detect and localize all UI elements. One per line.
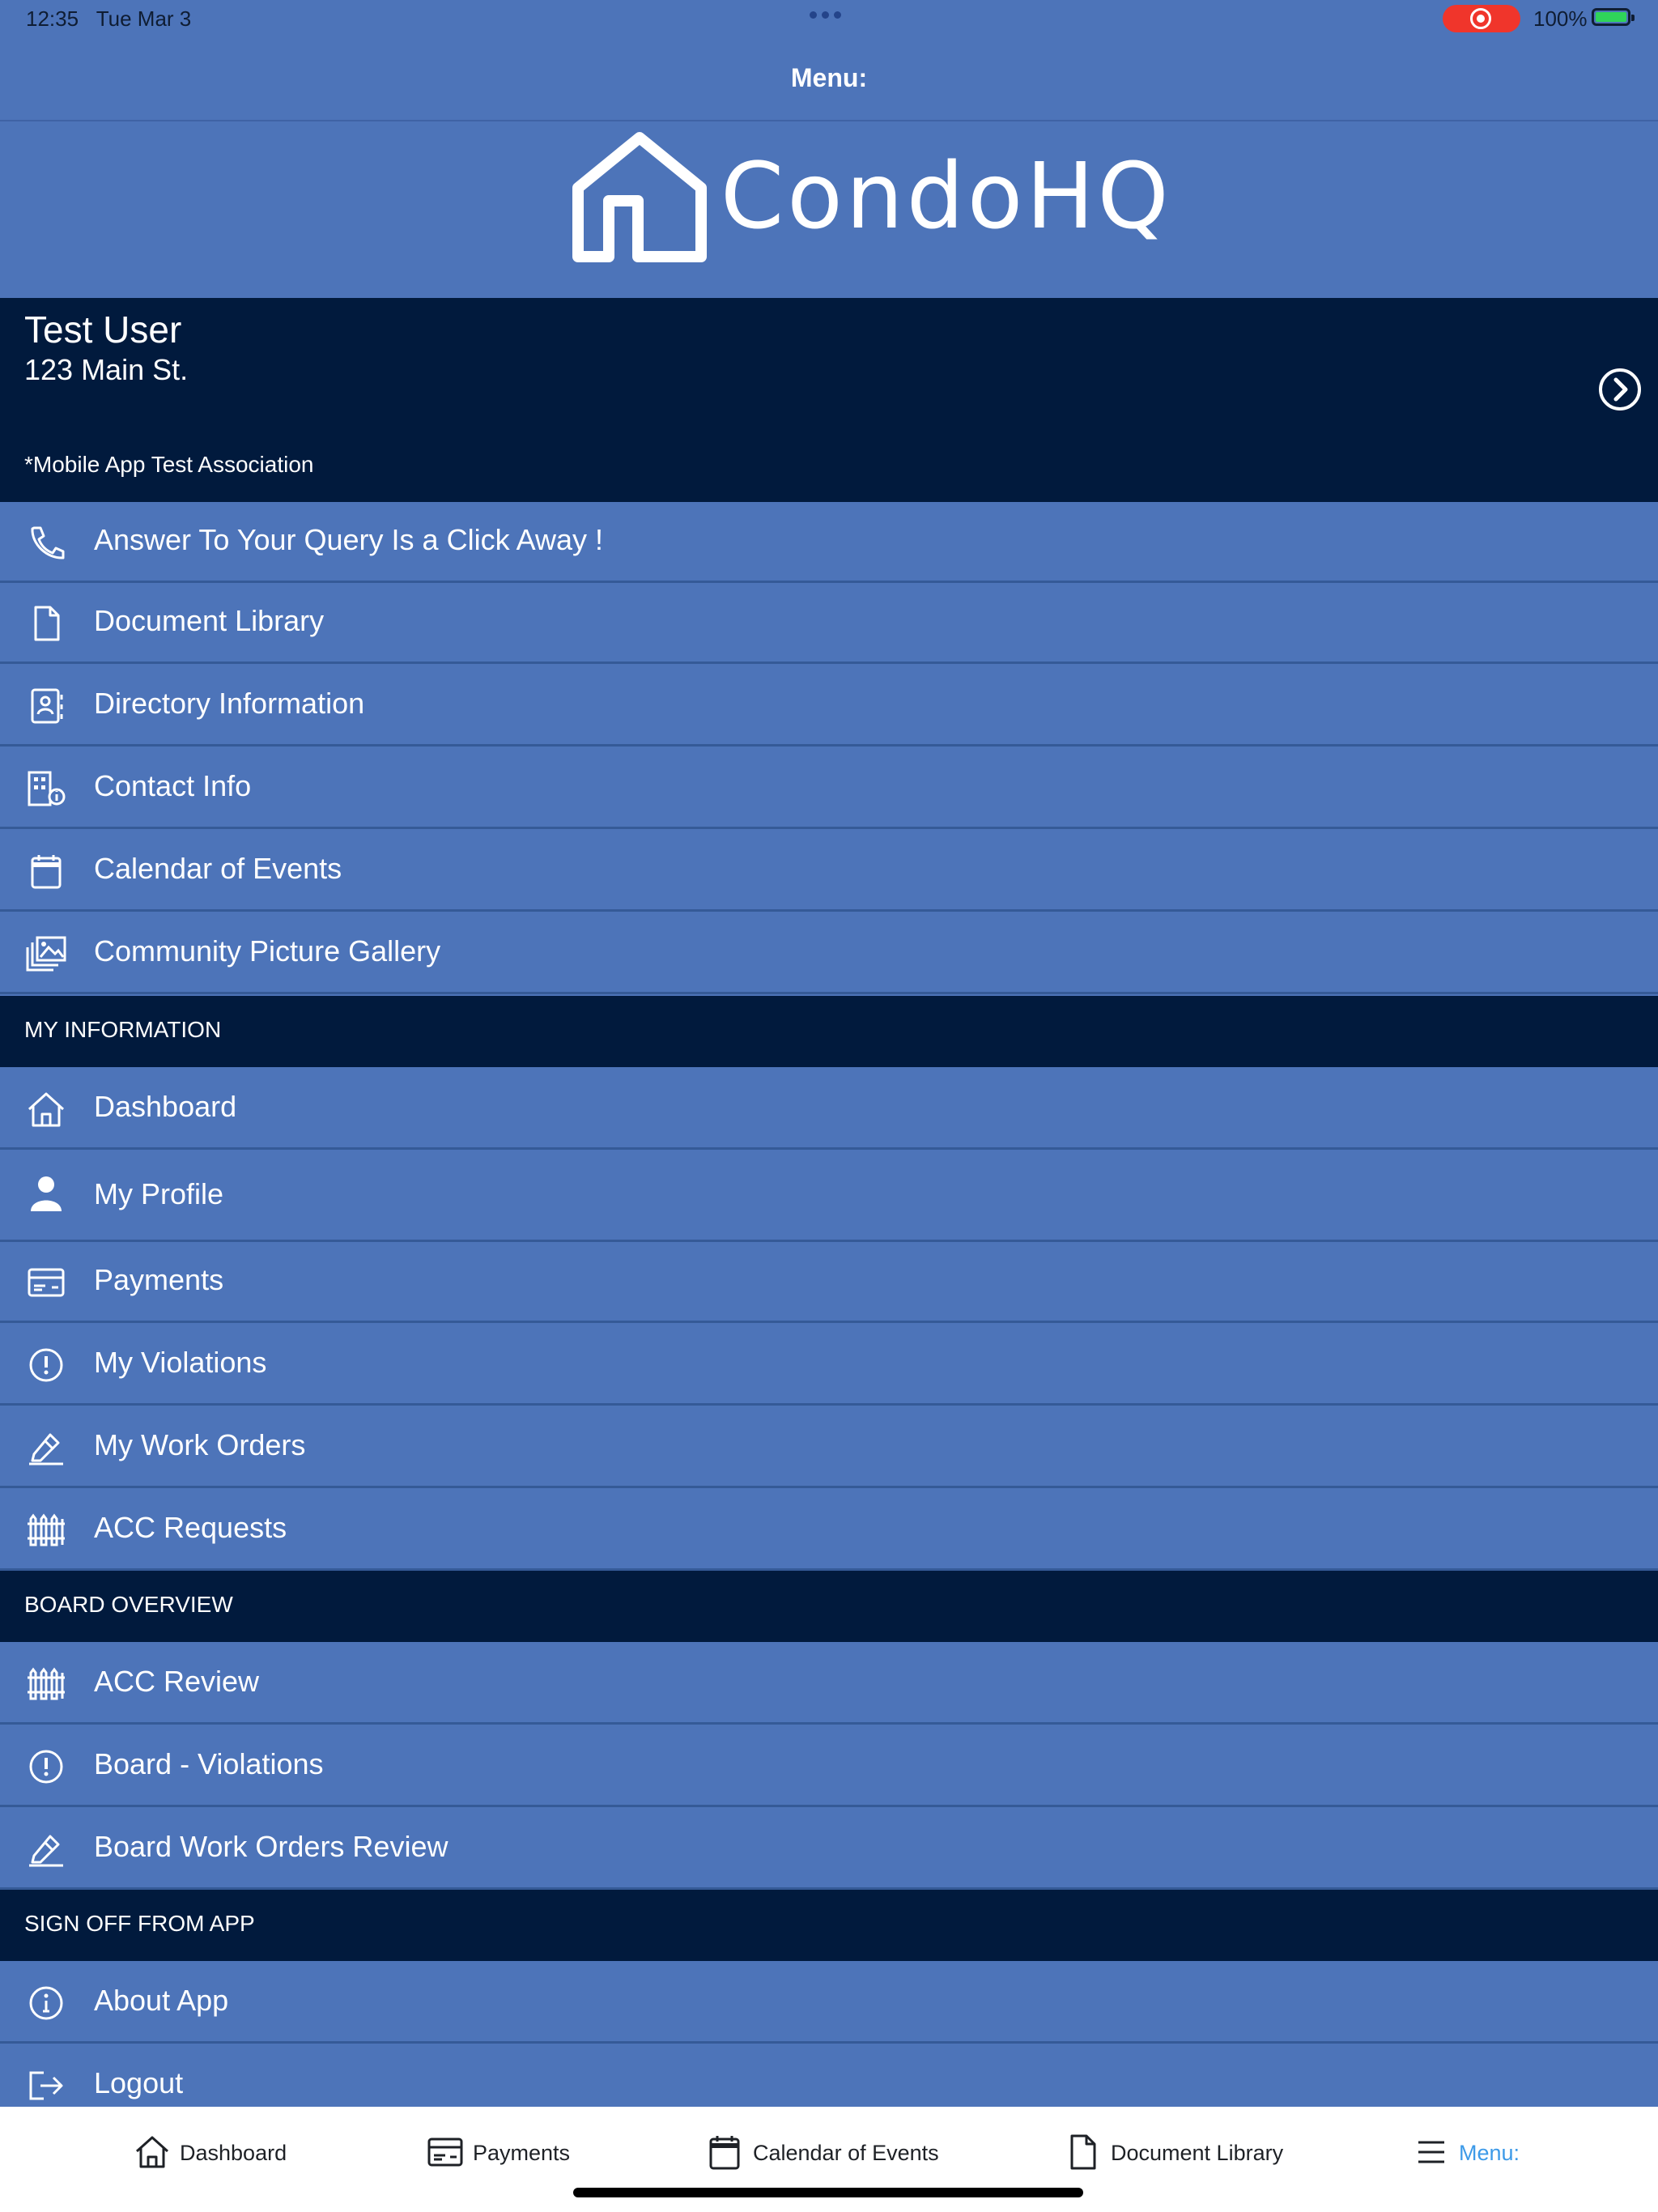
menu-item-label: Board Work Orders Review	[94, 1830, 449, 1863]
menu-item-contact-info[interactable]: Contact Info	[0, 748, 1658, 829]
menu-item-label: Answer To Your Query Is a Click Away !	[94, 523, 603, 556]
fence-icon	[28, 1667, 65, 1700]
menu-item-my-violations[interactable]: My Violations	[0, 1325, 1658, 1406]
status-time: 12:35 Tue Mar 3	[26, 6, 191, 32]
calendar-icon	[31, 855, 62, 889]
chevron-right-circle-icon[interactable]	[1598, 368, 1642, 411]
gallery-icon	[26, 936, 66, 972]
info-icon	[29, 1986, 63, 2020]
menu-item-acc-requests[interactable]: ACC Requests	[0, 1490, 1658, 1571]
person-icon	[31, 1176, 62, 1211]
page-title: Menu:	[790, 63, 868, 92]
tab-label: Calendar of Events	[753, 2141, 939, 2165]
board-overview-header: BOARD OVERVIEW	[0, 1571, 1658, 1642]
home-indicator[interactable]	[573, 2188, 1083, 2197]
brand-header: CondoHQ	[0, 121, 1658, 298]
tab-label: Menu:	[1459, 2141, 1520, 2165]
user-address: 123 Main St.	[24, 353, 189, 386]
menu-item-label: My Violations	[94, 1346, 267, 1379]
document-icon	[1070, 2134, 1096, 2170]
menu-item-label: My Work Orders	[94, 1428, 306, 1461]
payment-card-icon	[427, 2138, 463, 2167]
association-header: *Mobile App Test Association	[0, 431, 1658, 502]
section-title: BOARD OVERVIEW	[24, 1592, 233, 1617]
screen-recording-icon[interactable]	[1443, 5, 1520, 32]
building-info-icon	[28, 771, 66, 806]
association-name: *Mobile App Test Association	[24, 452, 314, 477]
menu-item-query[interactable]: Answer To Your Query Is a Click Away !	[0, 502, 1658, 583]
menu-item-directory[interactable]: Directory Information	[0, 666, 1658, 747]
document-icon	[34, 606, 60, 641]
menu-item-my-profile[interactable]: My Profile	[0, 1151, 1658, 1242]
fence-icon	[28, 1513, 65, 1546]
work-order-icon	[29, 1433, 63, 1465]
navigation-bar: Menu:	[0, 40, 1658, 121]
my-information-header: MY INFORMATION	[0, 996, 1658, 1067]
menu-item-label: ACC Review	[94, 1665, 260, 1698]
battery-icon	[1592, 8, 1635, 26]
home-icon	[28, 1092, 65, 1127]
alert-icon	[29, 1348, 63, 1382]
house-logo-icon	[572, 132, 707, 262]
work-order-icon	[29, 1835, 63, 1867]
tab-label: Dashboard	[180, 2141, 287, 2165]
menu-item-my-work-orders[interactable]: My Work Orders	[0, 1407, 1658, 1488]
menu-item-label: Document Library	[94, 604, 325, 637]
status-bar: 12:35 Tue Mar 3 100%	[0, 0, 1658, 39]
menu-item-label: Dashboard	[94, 1090, 237, 1123]
logout-icon	[29, 2071, 63, 2100]
sign-off-header: SIGN OFF FROM APP	[0, 1890, 1658, 1961]
brand-name: CondoHQ	[721, 144, 1172, 249]
payment-card-icon	[28, 1268, 65, 1297]
menu-item-gallery[interactable]: Community Picture Gallery	[0, 913, 1658, 994]
menu-item-board-violations[interactable]: Board - Violations	[0, 1726, 1658, 1807]
multitasking-dots-icon[interactable]	[810, 8, 848, 24]
menu-item-dashboard[interactable]: Dashboard	[0, 1069, 1658, 1150]
menu-item-label: Directory Information	[94, 687, 365, 720]
menu-item-label: Calendar of Events	[94, 852, 342, 885]
phone-icon	[31, 526, 65, 559]
alert-icon	[29, 1750, 63, 1784]
menu-item-logout[interactable]: Logout	[0, 2045, 1658, 2107]
calendar-icon	[709, 2136, 740, 2170]
menu-item-about-app[interactable]: About App	[0, 1963, 1658, 2044]
directory-icon	[31, 688, 63, 724]
menu-item-board-work-orders[interactable]: Board Work Orders Review	[0, 1809, 1658, 1890]
tab-label: Payments	[473, 2141, 571, 2165]
user-card[interactable]: Test User 123 Main St.	[0, 298, 1658, 431]
menu-item-calendar[interactable]: Calendar of Events	[0, 831, 1658, 912]
menu-item-document-library[interactable]: Document Library	[0, 583, 1658, 664]
hamburger-icon	[1418, 2141, 1444, 2163]
menu-item-label: ACC Requests	[94, 1511, 287, 1544]
menu-item-payments[interactable]: Payments	[0, 1242, 1658, 1323]
section-title: MY INFORMATION	[24, 1017, 222, 1042]
battery-percentage: 100%	[1533, 6, 1588, 31]
section-title: SIGN OFF FROM APP	[24, 1911, 255, 1936]
menu-item-label: Contact Info	[94, 769, 252, 802]
time-text: 12:35	[26, 6, 79, 31]
date-text: Tue Mar 3	[96, 6, 192, 31]
menu-item-label: Logout	[94, 2066, 184, 2099]
menu-item-acc-review[interactable]: ACC Review	[0, 1644, 1658, 1725]
menu-item-label: About App	[94, 1984, 229, 2017]
menu-item-label: Community Picture Gallery	[94, 934, 441, 968]
user-name: Test User	[24, 308, 182, 351]
menu-item-label: My Profile	[94, 1177, 224, 1210]
home-icon	[135, 2136, 169, 2168]
menu-item-label: Board - Violations	[94, 1747, 324, 1780]
menu-item-label: Payments	[94, 1263, 224, 1296]
tab-label: Document Library	[1111, 2141, 1284, 2165]
